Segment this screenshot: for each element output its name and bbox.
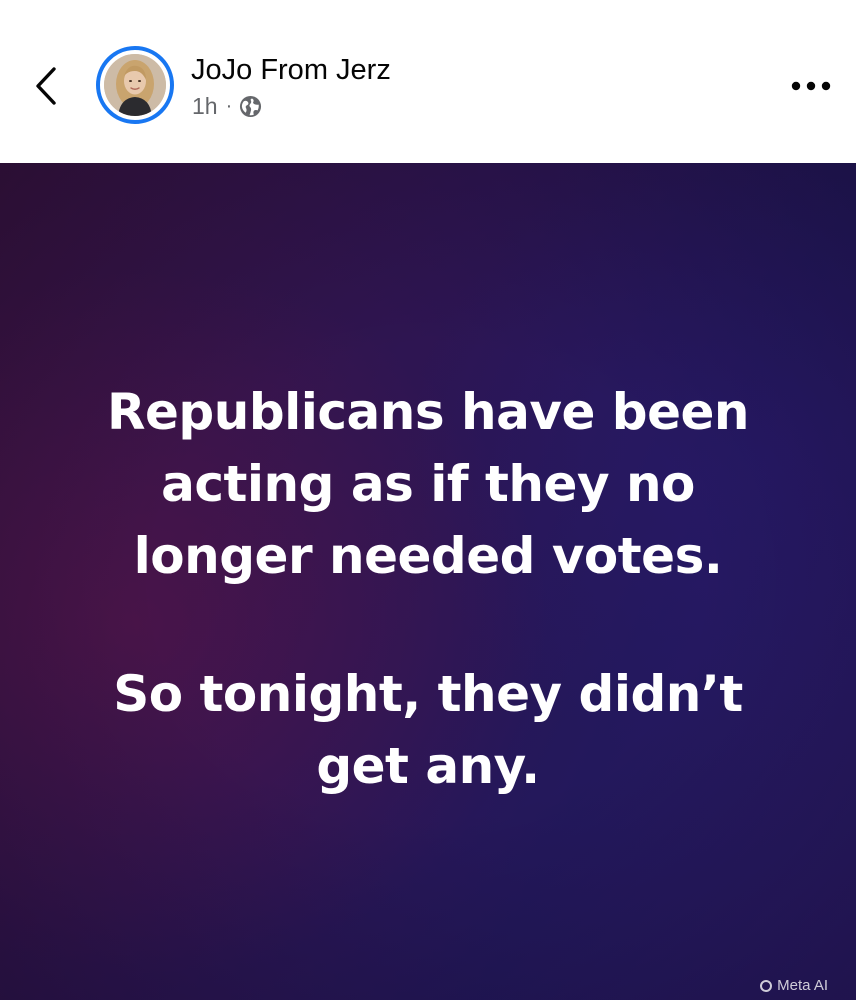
post-text-line: longer needed votes. bbox=[133, 527, 723, 585]
meta-separator: · bbox=[225, 94, 233, 117]
meta-ai-badge: Meta AI bbox=[760, 977, 828, 994]
post-text-line: Republicans have been bbox=[107, 383, 749, 441]
globe-icon bbox=[239, 95, 262, 118]
meta-ai-label: Meta AI bbox=[777, 977, 828, 994]
post-text-line: So tonight, they didn’t bbox=[113, 665, 743, 723]
post-timestamp[interactable]: 1h bbox=[192, 93, 218, 120]
post-image[interactable]: Republicans have been acting as if they … bbox=[0, 163, 856, 1000]
post-header: JoJo From Jerz 1h · bbox=[0, 0, 856, 163]
post-meta: 1h · bbox=[192, 93, 262, 119]
chevron-left-icon bbox=[36, 67, 56, 105]
avatar-photo bbox=[104, 54, 166, 116]
post-text-line: acting as if they no bbox=[161, 455, 695, 513]
more-horizontal-icon bbox=[791, 81, 831, 91]
post-text-line: get any. bbox=[316, 737, 540, 795]
avatar[interactable] bbox=[96, 46, 174, 124]
author-name[interactable]: JoJo From Jerz bbox=[191, 54, 391, 87]
meta-ai-icon bbox=[760, 979, 773, 992]
post-text-paragraph-2: So tonight, they didn’t get any. bbox=[0, 658, 856, 802]
back-button[interactable] bbox=[24, 62, 68, 110]
more-options-button[interactable] bbox=[788, 66, 834, 106]
post-text-paragraph-1: Republicans have been acting as if they … bbox=[0, 376, 856, 592]
